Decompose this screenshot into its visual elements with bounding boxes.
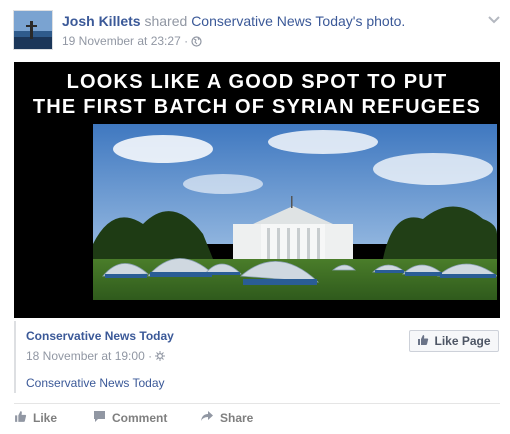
shared-page-date[interactable]: 18 November at 19:00 bbox=[26, 349, 145, 363]
post-action-bar: Like Comment Share bbox=[14, 407, 500, 429]
thumbs-up-icon bbox=[417, 334, 429, 349]
comment-button[interactable]: Comment bbox=[93, 410, 167, 426]
comment-label: Comment bbox=[112, 411, 168, 425]
audience-globe-icon[interactable] bbox=[191, 36, 203, 50]
share-label: Share bbox=[220, 410, 254, 425]
shared-meta-separator: · bbox=[148, 349, 153, 363]
author-name-link[interactable]: Josh Killets bbox=[62, 13, 141, 29]
like-page-label: Like Page bbox=[434, 334, 491, 348]
action-divider bbox=[14, 403, 500, 404]
shared-page-name-link[interactable]: Conservative News Today bbox=[26, 329, 174, 343]
shared-verb: shared bbox=[144, 13, 188, 29]
post-photo[interactable]: LOOKS LIKE A GOOD SPOT TO PUT THE FIRST … bbox=[14, 62, 500, 318]
settings-gear-icon[interactable] bbox=[155, 350, 166, 364]
shared-page-meta: 18 November at 19:00 · bbox=[26, 349, 166, 364]
thumbs-up-icon bbox=[14, 410, 27, 426]
author-avatar[interactable] bbox=[13, 10, 53, 50]
shared-suffix: 's photo. bbox=[352, 13, 406, 29]
photo-caption-line2: THE FIRST BATCH OF SYRIAN REFUGEES bbox=[32, 96, 482, 118]
chevron-down-icon[interactable] bbox=[487, 12, 501, 24]
share-arrow-icon bbox=[200, 410, 214, 425]
meta-separator: · bbox=[184, 34, 189, 48]
shared-page-description-link[interactable]: Conservative News Today bbox=[26, 376, 165, 390]
post-meta: 19 November at 23:27 · bbox=[62, 34, 203, 50]
comment-bubble-icon bbox=[93, 410, 106, 426]
white-house-tents-image bbox=[93, 124, 497, 300]
like-page-button[interactable]: Like Page bbox=[409, 330, 499, 352]
photo-caption-line1: LOOKS LIKE A GOOD SPOT TO PUT bbox=[66, 71, 448, 93]
post-timestamp[interactable]: 19 November at 23:27 bbox=[62, 34, 181, 48]
shared-page-link[interactable]: Conservative News Today bbox=[191, 13, 353, 29]
share-button[interactable]: Share bbox=[200, 410, 253, 425]
like-button[interactable]: Like bbox=[14, 410, 57, 426]
post-header: Josh Killets shared Conservative News To… bbox=[62, 12, 405, 30]
like-label: Like bbox=[33, 411, 58, 425]
